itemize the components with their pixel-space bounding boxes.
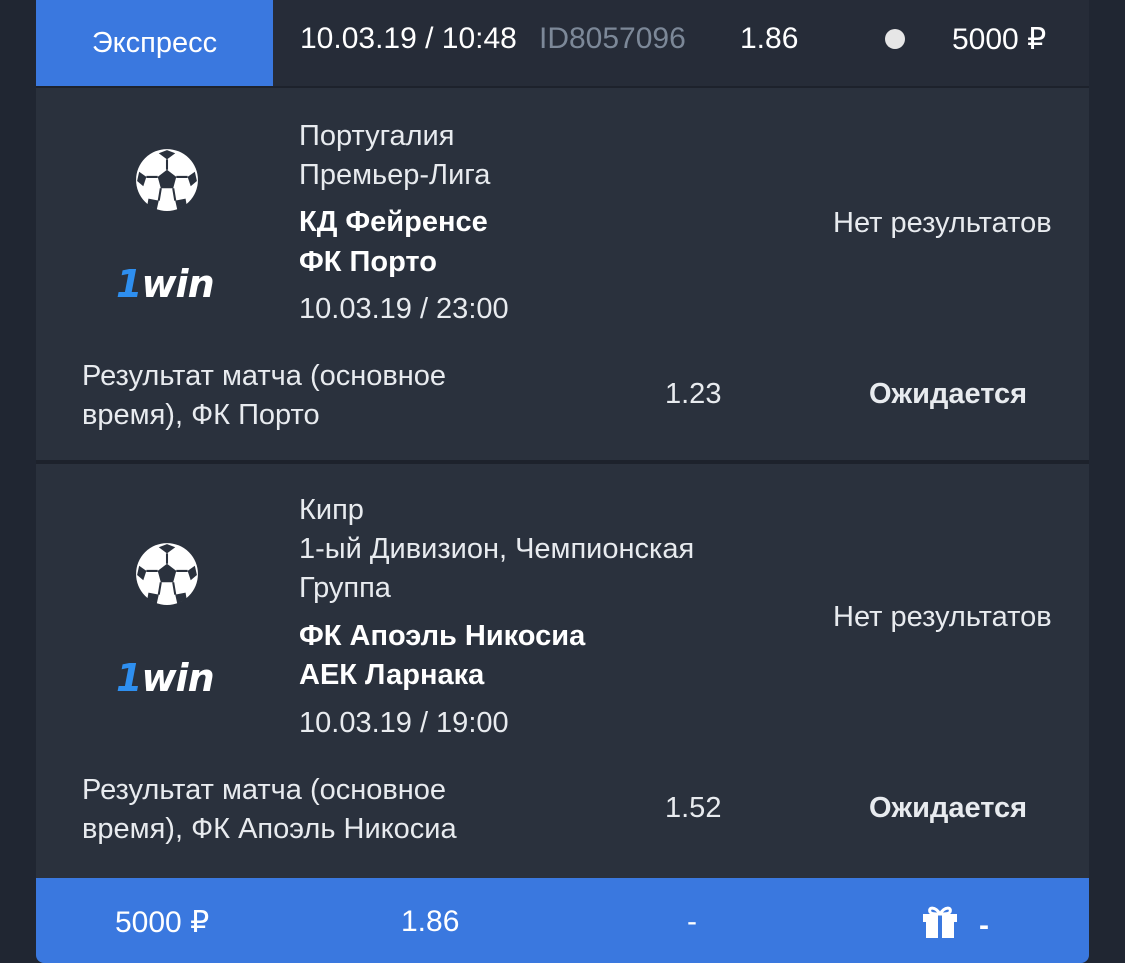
event-datetime: 10.03.19 / 19:00 xyxy=(299,707,509,739)
event-team-away: ФК Порто xyxy=(299,246,437,278)
event-result: Нет результатов xyxy=(833,207,1052,239)
event-league-cont: Группа xyxy=(299,572,391,604)
event-market: Результат матча (основное время), ФК Апо… xyxy=(82,771,457,849)
gift-icon[interactable] xyxy=(921,904,959,938)
event-market-line: Результат матча (основное xyxy=(82,360,447,392)
event-league: 1-ый Дивизион, Чемпионская xyxy=(299,533,695,565)
event-team-away: АЕК Ларнака xyxy=(299,659,485,691)
summary-bonus: - xyxy=(979,909,989,942)
summary-amount: 5000 ₽ xyxy=(115,906,210,939)
bet-datetime: 10.03.19 / 10:48 xyxy=(300,22,517,55)
bet-coefficient: 1.86 xyxy=(740,22,799,55)
event-league: Премьер-Лига xyxy=(299,159,491,191)
bet-card: Экспресс 10.03.19 / 10:48 ID8057096 1.86… xyxy=(36,0,1089,963)
event-item: 1win Кипр 1-ый Дивизион, Чемпионская Гру… xyxy=(36,464,1089,876)
event-market: Результат матча (основное время), ФК Пор… xyxy=(82,357,446,435)
event-status: Ожидается xyxy=(869,792,1028,824)
bet-type-badge: Экспресс xyxy=(36,0,273,86)
event-country: Португалия xyxy=(299,120,455,152)
event-market-line: время), ФК Порто xyxy=(82,399,320,431)
event-odd: 1.23 xyxy=(665,378,722,410)
event-market-line: Результат матча (основное xyxy=(82,774,447,806)
event-result: Нет результатов xyxy=(833,601,1052,633)
brand-logo: 1win xyxy=(116,262,215,306)
summary-coefficient: 1.86 xyxy=(401,905,460,938)
soccer-ball-icon xyxy=(136,149,198,211)
bet-id: ID8057096 xyxy=(539,22,686,55)
summary-payout: - xyxy=(687,905,697,938)
event-status: Ожидается xyxy=(869,378,1028,410)
event-country: Кипр xyxy=(299,494,364,526)
event-team-home: ФК Апоэль Никосиа xyxy=(299,620,586,652)
soccer-ball-icon xyxy=(136,543,198,605)
brand-logo: 1win xyxy=(116,656,215,700)
bet-header[interactable]: Экспресс 10.03.19 / 10:48 ID8057096 1.86… xyxy=(36,0,1089,88)
event-datetime: 10.03.19 / 23:00 xyxy=(299,293,509,325)
status-dot-icon xyxy=(885,29,905,49)
event-odd: 1.52 xyxy=(665,792,722,824)
event-item: 1win Португалия Премьер-Лига КД Фейренсе… xyxy=(36,88,1089,460)
event-team-home: КД Фейренсе xyxy=(299,206,488,238)
bet-summary-bar: 5000 ₽ 1.86 - - xyxy=(36,878,1089,963)
bet-amount: 5000 ₽ xyxy=(952,23,1047,56)
event-market-line: время), ФК Апоэль Никосиа xyxy=(82,813,457,845)
